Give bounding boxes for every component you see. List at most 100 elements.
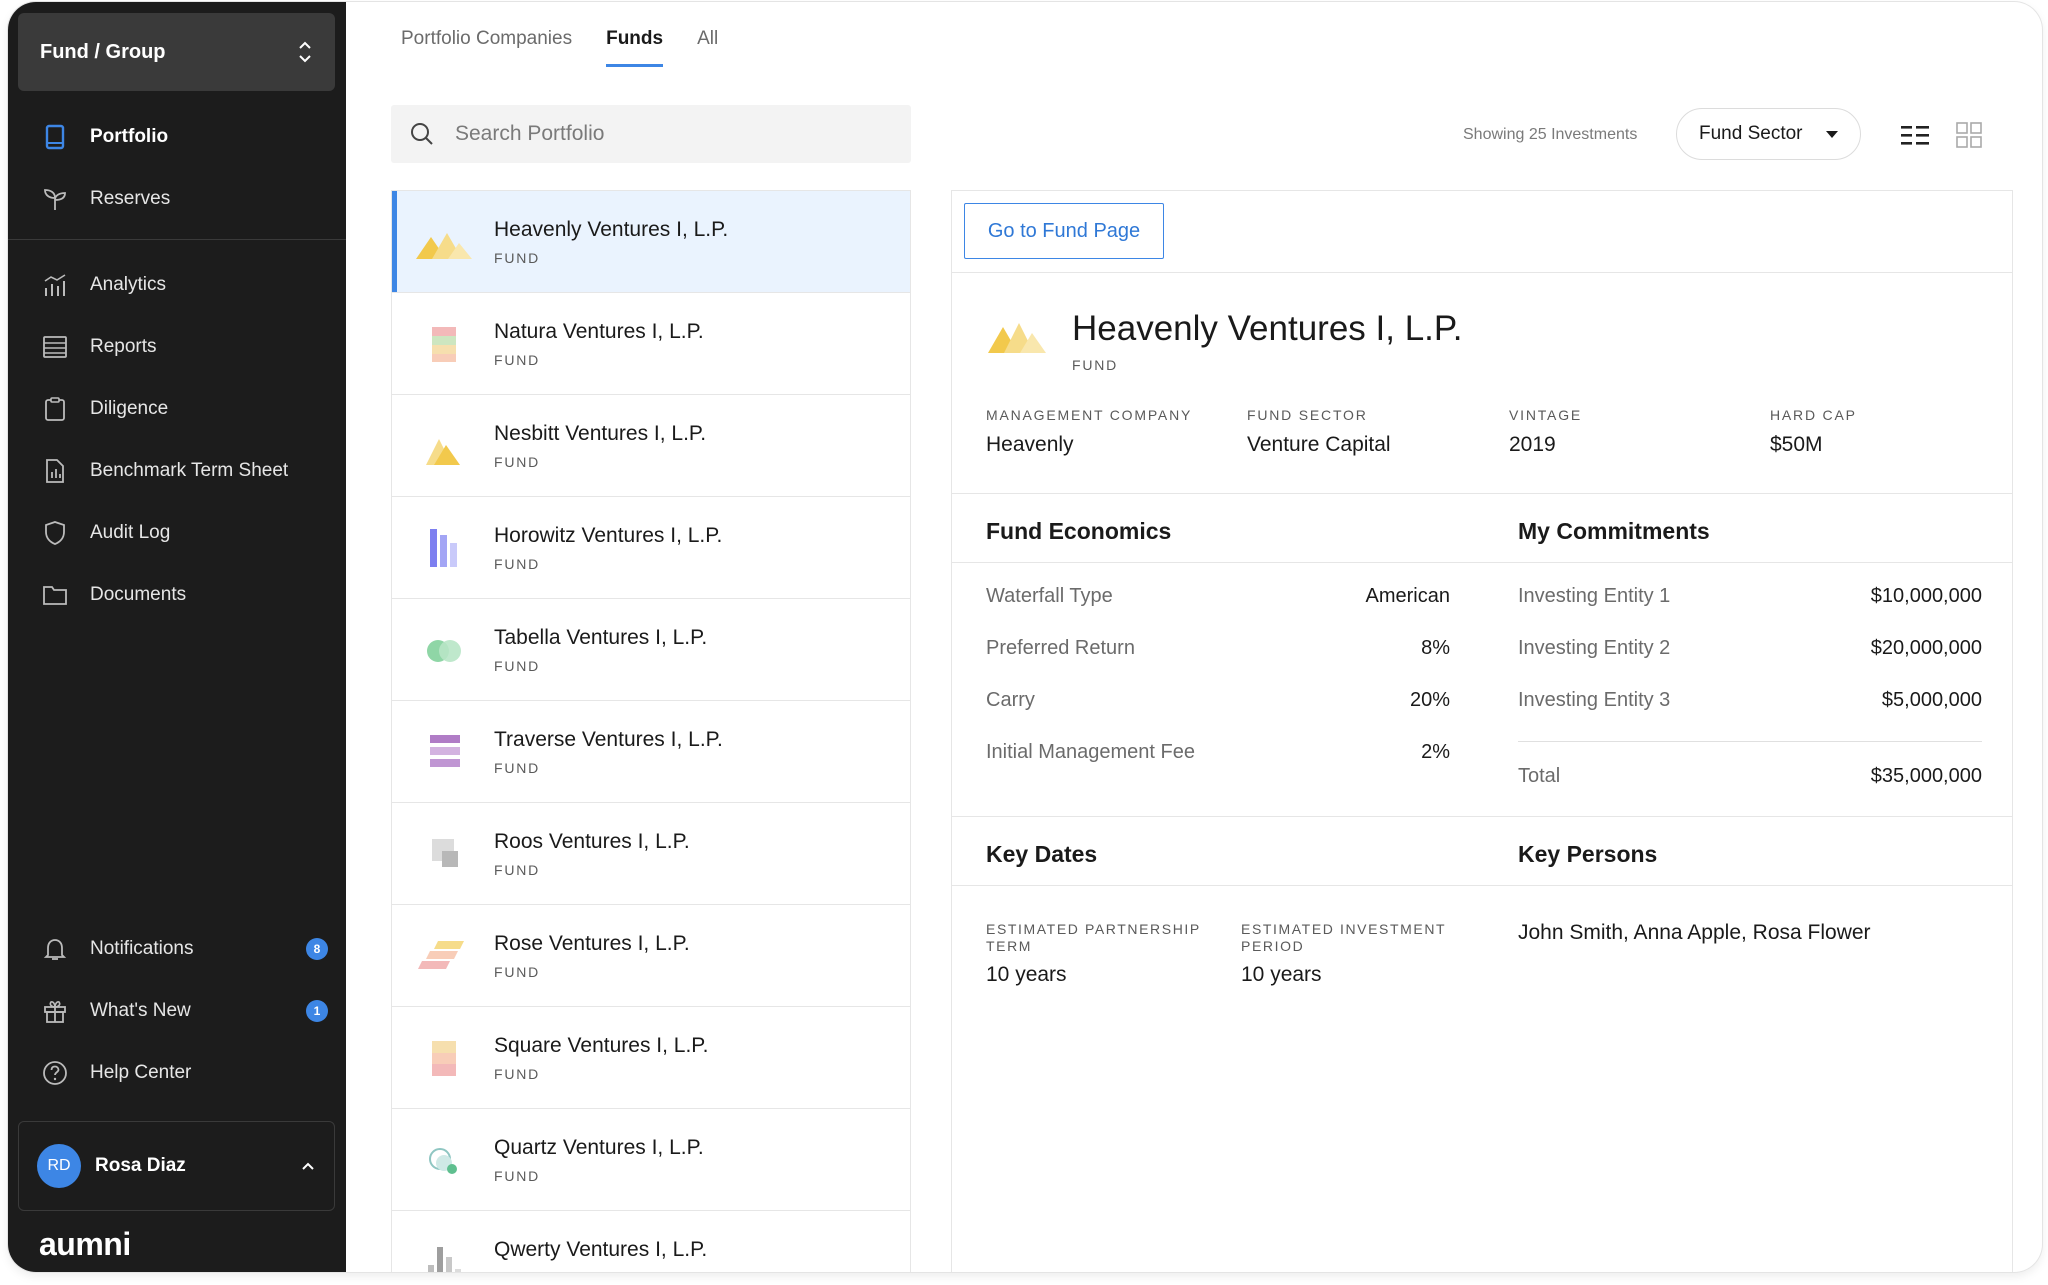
- fund-list-item[interactable]: Horowitz Ventures I, L.P. FUND: [392, 497, 910, 599]
- switcher-label: Fund / Group: [40, 40, 166, 63]
- sidebar-item-reserves[interactable]: Reserves: [8, 174, 346, 224]
- fund-list-item[interactable]: Qwerty Ventures I, L.P. FUND: [392, 1211, 910, 1272]
- sidebar-item-diligence[interactable]: Diligence: [8, 384, 346, 434]
- sidebar-item-label: Analytics: [90, 274, 167, 295]
- sidebar-item-label: Benchmark Term Sheet: [90, 460, 289, 481]
- meta-label: MANAGEMENT COMPANY: [986, 407, 1193, 423]
- fund-sector-dropdown[interactable]: Fund Sector: [1676, 108, 1861, 160]
- meta-hard-cap: HARD CAP $50M: [1770, 407, 1857, 457]
- caret-down-icon: [1826, 130, 1838, 138]
- investments-count: Showing 25 Investments: [1463, 126, 1638, 143]
- sidebar-item-label: Diligence: [90, 398, 169, 419]
- search-input[interactable]: [455, 122, 855, 146]
- list-view-icon[interactable]: [1901, 124, 1929, 146]
- sidebar-item-label: Documents: [90, 584, 187, 605]
- fund-name: Heavenly Ventures I, L.P.: [494, 217, 729, 241]
- fund-list-item[interactable]: Nesbitt Ventures I, L.P. FUND: [392, 395, 910, 497]
- economics-value: American: [1365, 585, 1450, 607]
- key-date-partnership-term: ESTIMATED PARTNERSHIP TERM 10 years: [986, 921, 1216, 987]
- app-window: Fund / Group Portfolio Reserves Analytic…: [8, 2, 2042, 1272]
- sidebar-item-analytics[interactable]: Analytics: [8, 260, 346, 310]
- economics-label: Waterfall Type: [986, 585, 1113, 607]
- meta-vintage: VINTAGE 2019: [1509, 407, 1582, 457]
- economics-value: 20%: [1409, 689, 1450, 711]
- fund-name: Square Ventures I, L.P.: [494, 1033, 709, 1057]
- notifications-count-badge: 8: [306, 938, 328, 960]
- sidebar-item-label: Portfolio: [90, 126, 169, 147]
- economics-row: Waterfall Type American: [986, 585, 1450, 608]
- sidebar: Fund / Group Portfolio Reserves Analytic…: [8, 2, 346, 1272]
- fund-list-item[interactable]: Natura Ventures I, L.P. FUND: [392, 293, 910, 395]
- grid-view-icon[interactable]: [1956, 122, 1982, 148]
- sidebar-item-help-center[interactable]: Help Center: [8, 1048, 346, 1098]
- fund-list-item[interactable]: Tabella Ventures I, L.P. FUND: [392, 599, 910, 701]
- tab-funds[interactable]: Funds: [606, 28, 664, 67]
- fund-group-switcher[interactable]: Fund / Group: [18, 13, 335, 91]
- aumni-logo: aumni: [39, 1226, 131, 1262]
- sidebar-item-portfolio[interactable]: Portfolio: [8, 112, 346, 162]
- sidebar-item-label: Reserves: [90, 188, 171, 209]
- fund-list-item[interactable]: Heavenly Ventures I, L.P. FUND: [392, 191, 910, 293]
- fund-list-item[interactable]: Roos Ventures I, L.P. FUND: [392, 803, 910, 905]
- reports-icon: [43, 336, 67, 358]
- go-to-fund-page-button[interactable]: Go to Fund Page: [964, 203, 1164, 259]
- fund-type: FUND: [494, 351, 541, 368]
- triangles-icon: [426, 438, 460, 465]
- sidebar-item-notifications[interactable]: Notifications 8: [8, 924, 346, 974]
- fund-name: Roos Ventures I, L.P.: [494, 829, 690, 853]
- analytics-icon: [44, 274, 66, 296]
- fund-list-item[interactable]: Rose Ventures I, L.P. FUND: [392, 905, 910, 1007]
- commitment-row: Investing Entity 1 $10,000,000: [1518, 585, 1982, 608]
- user-name: Rosa Diaz: [95, 1155, 186, 1176]
- fund-type: FUND: [494, 759, 541, 776]
- meta-label: FUND SECTOR: [1247, 407, 1368, 423]
- meta-value: Venture Capital: [1247, 433, 1391, 456]
- fund-name: Tabella Ventures I, L.P.: [494, 625, 708, 649]
- economics-label: Initial Management Fee: [986, 741, 1196, 763]
- fund-list-item[interactable]: Quartz Ventures I, L.P. FUND: [392, 1109, 910, 1211]
- layers-icon: [430, 734, 460, 767]
- sidebar-item-whats-new[interactable]: What's New 1: [8, 986, 346, 1036]
- book-icon: [45, 124, 65, 150]
- sidebar-item-audit-log[interactable]: Audit Log: [8, 508, 346, 558]
- fund-type: FUND: [494, 1167, 541, 1184]
- stacked-icon: [432, 1040, 456, 1076]
- fund-detail-panel: Go to Fund Page Heavenly Ventures I, L.P…: [951, 190, 2013, 1272]
- slanted-bars-icon: [418, 940, 464, 969]
- divider: [952, 493, 2012, 494]
- sidebar-item-documents[interactable]: Documents: [8, 570, 346, 620]
- key-persons-list: John Smith, Anna Apple, Rosa Flower: [1518, 921, 1871, 944]
- commitment-entity: Investing Entity 1: [1518, 585, 1671, 607]
- sidebar-item-reports[interactable]: Reports: [8, 322, 346, 372]
- chevron-up-down-icon: [299, 41, 311, 63]
- meta-fund-sector: FUND SECTOR Venture Capital: [1247, 407, 1391, 457]
- key-date-label: ESTIMATED INVESTMENT PERIOD: [1241, 921, 1446, 954]
- meta-value: 2019: [1509, 433, 1556, 456]
- sidebar-item-benchmark-term-sheet[interactable]: Benchmark Term Sheet: [8, 446, 346, 496]
- economics-value: 2%: [1421, 741, 1450, 763]
- chevron-up-icon: [302, 1162, 314, 1170]
- fund-list-item[interactable]: Traverse Ventures I, L.P. FUND: [392, 701, 910, 803]
- fund-list-item[interactable]: Square Ventures I, L.P. FUND: [392, 1007, 910, 1109]
- fund-type: FUND: [494, 453, 541, 470]
- bell-icon: [43, 939, 67, 960]
- meta-label: HARD CAP: [1770, 407, 1857, 423]
- commitment-entity: Investing Entity 2: [1518, 637, 1671, 659]
- key-persons-title: Key Persons: [1518, 841, 1658, 867]
- folder-icon: [43, 586, 67, 605]
- tab-portfolio-companies[interactable]: Portfolio Companies: [401, 28, 572, 67]
- gift-icon: [44, 1001, 66, 1023]
- user-menu[interactable]: RD Rosa Diaz: [18, 1121, 335, 1211]
- mountains-icon: [988, 323, 1046, 353]
- commitment-amount: $20,000,000: [1870, 637, 1982, 659]
- fund-economics-title: Fund Economics: [986, 518, 1172, 544]
- meta-label: VINTAGE: [1509, 407, 1583, 423]
- divider: [952, 885, 2012, 886]
- my-commitments-title: My Commitments: [1518, 518, 1710, 544]
- commitment-total-label: Total: [1518, 765, 1561, 787]
- fund-type: FUND: [494, 249, 541, 266]
- search-icon: [411, 123, 433, 145]
- tab-all[interactable]: All: [697, 28, 718, 67]
- search-bar: [391, 105, 911, 163]
- fund-title: Heavenly Ventures I, L.P.: [1072, 309, 1463, 348]
